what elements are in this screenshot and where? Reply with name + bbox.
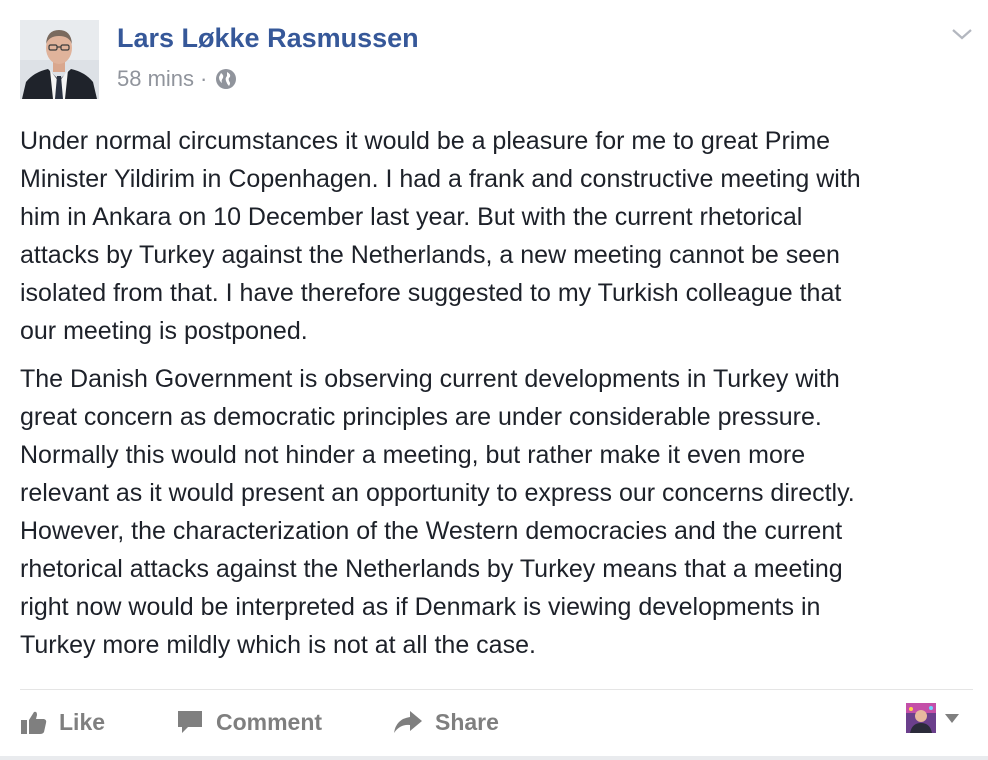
post-body: Under normal circumstances it would be a…: [20, 122, 970, 664]
like-label: Like: [59, 708, 106, 735]
post-meta: 58 mins ·: [117, 66, 237, 92]
author-avatar[interactable]: [20, 20, 99, 99]
share-label: Share: [435, 708, 499, 735]
speech-bubble-icon: [178, 711, 202, 733]
meta-separator: ·: [200, 66, 208, 91]
globe-icon[interactable]: [215, 68, 237, 90]
author-name-link[interactable]: Lars Løkke Rasmussen: [117, 23, 419, 54]
viewer-avatar: [906, 703, 936, 733]
comment-label: Comment: [216, 708, 323, 735]
author-photo: [20, 20, 99, 99]
post-bottom-border: [0, 756, 988, 760]
actions-divider: [20, 689, 973, 690]
facebook-post: Lars Løkke Rasmussen 58 mins · Under nor…: [0, 0, 988, 760]
thumbs-up-icon: [21, 711, 47, 734]
share-arrow-icon: [394, 711, 422, 733]
comment-button[interactable]: Comment: [176, 700, 322, 744]
post-paragraph-2: The Danish Government is observing curre…: [20, 365, 855, 659]
caret-down-icon: [945, 714, 959, 723]
post-timestamp[interactable]: 58 mins: [117, 66, 194, 92]
reaction-viewer-selector[interactable]: [906, 703, 960, 733]
post-paragraph-1: Under normal circumstances it would be a…: [20, 127, 861, 345]
chevron-down-icon[interactable]: [948, 24, 976, 44]
like-button[interactable]: Like: [20, 700, 105, 744]
share-button[interactable]: Share: [393, 700, 499, 744]
